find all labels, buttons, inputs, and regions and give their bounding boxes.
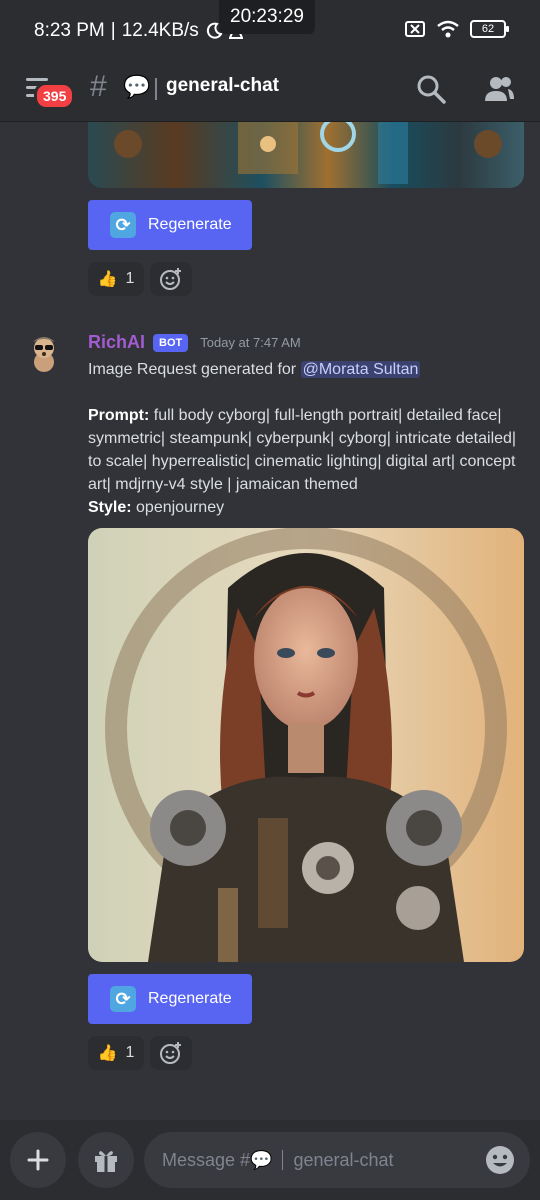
placeholder-emoji: 💬 xyxy=(250,1149,273,1170)
message-intro-line: Image Request generated for @Morata Sult… xyxy=(88,358,518,381)
regenerate-icon: ⟳ xyxy=(110,986,136,1012)
style-value: openjourney xyxy=(136,499,225,516)
regenerate-label: Regenerate xyxy=(148,216,232,233)
regenerate-label: Regenerate xyxy=(148,990,232,1007)
cyborg-portrait-image xyxy=(88,528,524,962)
dog-avatar-image xyxy=(33,337,55,372)
avatar[interactable] xyxy=(24,332,64,372)
channel-name[interactable]: general-chat xyxy=(166,75,279,97)
menu-button[interactable]: 395 xyxy=(24,74,76,112)
add-reaction-icon xyxy=(160,1042,181,1064)
message-input[interactable]: Message # 💬 general-chat xyxy=(144,1132,530,1188)
no-sim-icon xyxy=(405,21,425,37)
placeholder-divider xyxy=(282,1150,284,1170)
previous-image-art xyxy=(114,122,502,184)
notification-badge: 395 xyxy=(34,82,76,110)
gift-icon xyxy=(95,1151,117,1172)
status-bar: 8:23 PM | 12.4KB/s 20:23:29 62 xyxy=(0,0,540,60)
message-list[interactable]: ⟳ Regenerate 👍 1 RichAI BOT Today at 7:4… xyxy=(0,122,540,1132)
regenerate-icon: ⟳ xyxy=(110,212,136,238)
gift-button[interactable] xyxy=(78,1132,134,1188)
add-attachment-button[interactable] xyxy=(10,1132,66,1188)
network-speed: 12.4KB/s xyxy=(121,20,199,41)
placeholder-prefix: Message # xyxy=(162,1149,251,1170)
regenerate-button[interactable]: ⟳ Regenerate xyxy=(88,974,252,1024)
author-name[interactable]: RichAI xyxy=(88,332,145,353)
add-reaction-button[interactable] xyxy=(150,262,192,296)
battery-indicator: 62 xyxy=(470,20,509,38)
intro-text: Image Request generated for xyxy=(88,361,297,378)
prompt-text: full body cyborg| full-length portrait| … xyxy=(88,407,517,493)
message-timestamp: Today at 7:47 AM xyxy=(200,335,301,350)
previous-generated-image[interactable] xyxy=(88,122,524,188)
search-icon[interactable] xyxy=(414,72,448,106)
channel-hash-icon: # xyxy=(90,70,107,103)
plus-icon xyxy=(27,1149,49,1171)
message-header: RichAI BOT Today at 7:47 AM xyxy=(88,332,301,353)
regenerate-button[interactable]: ⟳ Regenerate xyxy=(88,200,252,250)
channel-emoji: 💬 xyxy=(123,74,151,99)
message-composer: Message # 💬 general-chat xyxy=(0,1120,540,1200)
generated-image[interactable] xyxy=(88,528,524,962)
channel-header: 395 # 💬 general-chat xyxy=(0,60,540,122)
thumbs-up-icon: 👍 xyxy=(97,271,118,288)
style-label: Style: xyxy=(88,499,132,516)
bot-tag: BOT xyxy=(153,333,189,352)
emoji-icon[interactable] xyxy=(484,1144,516,1176)
reaction-count: 1 xyxy=(125,270,135,287)
thumbs-up-icon: 👍 xyxy=(97,1045,118,1062)
user-mention[interactable]: @Morata Sultan xyxy=(300,361,421,378)
reaction-thumbs-up[interactable]: 👍 1 xyxy=(88,262,144,296)
clock-overlay: 20:23:29 xyxy=(219,0,315,34)
style-line: Style: openjourney xyxy=(88,496,518,519)
add-reaction-button[interactable] xyxy=(150,1036,192,1070)
members-icon[interactable] xyxy=(482,72,516,106)
prompt-text-block: Prompt: full body cyborg| full-length po… xyxy=(88,404,518,496)
add-reaction-icon xyxy=(160,268,181,290)
status-left: 8:23 PM | 12.4KB/s xyxy=(34,20,243,42)
wifi-icon xyxy=(437,20,459,38)
channel-divider xyxy=(155,78,157,100)
status-time: 8:23 PM xyxy=(34,20,105,41)
reaction-thumbs-up[interactable]: 👍 1 xyxy=(88,1036,144,1070)
placeholder-channel: general-chat xyxy=(293,1149,394,1170)
status-right: 62 xyxy=(404,20,509,38)
prompt-label: Prompt: xyxy=(88,407,150,424)
reaction-count: 1 xyxy=(125,1044,135,1061)
